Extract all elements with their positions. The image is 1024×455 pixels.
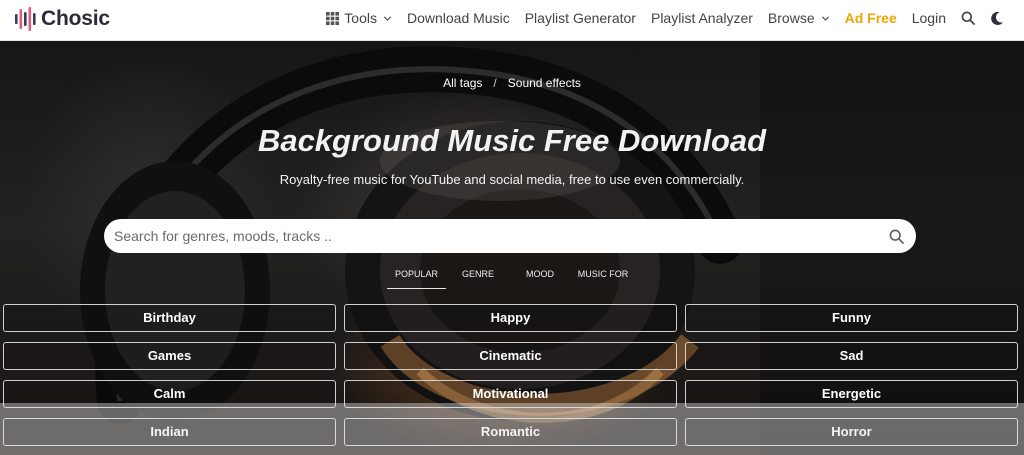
category-button[interactable]: Birthday (3, 304, 336, 332)
nav-ad-free[interactable]: Ad Free (845, 10, 897, 26)
site-header: Chosic Tools Download Music Playlist Gen… (0, 0, 1024, 41)
nav-browse[interactable]: Browse (768, 10, 830, 26)
nav-tools[interactable]: Tools (326, 10, 392, 26)
breadcrumb: All tags / Sound effects (0, 76, 1024, 90)
category-button[interactable]: Happy (344, 304, 677, 332)
nav-playlist-generator[interactable]: Playlist Generator (525, 10, 636, 26)
category-grid: Birthday Happy Funny Games Cinematic Sad… (3, 304, 1018, 446)
search-input[interactable] (104, 219, 876, 253)
nav-download-music[interactable]: Download Music (407, 10, 510, 26)
breadcrumb-current: Sound effects (507, 76, 581, 90)
breadcrumb-separator: / (493, 76, 497, 90)
category-button[interactable]: Games (3, 342, 336, 370)
tab-popular[interactable]: POPULAR (387, 263, 446, 289)
search-icon (889, 229, 904, 244)
search-submit-button[interactable] (876, 219, 916, 253)
nav-login[interactable]: Login (912, 10, 946, 26)
category-button[interactable]: Calm (3, 380, 336, 408)
category-button[interactable]: Indian (3, 418, 336, 446)
page-subtitle: Royalty-free music for YouTube and socia… (279, 172, 745, 187)
chevron-down-icon (821, 15, 829, 21)
category-button[interactable]: Funny (685, 304, 1018, 332)
nav-tools-label: Tools (344, 10, 377, 26)
logo-icon (15, 7, 36, 31)
category-button[interactable]: Horror (685, 418, 1018, 446)
grid-icon (326, 11, 340, 25)
logo[interactable]: Chosic (14, 6, 110, 32)
chevron-down-icon (383, 15, 392, 21)
logo-text: Chosic (41, 7, 110, 30)
header-search-button[interactable] (961, 11, 975, 25)
nav-browse-label: Browse (767, 10, 815, 26)
category-button[interactable]: Motivational (344, 380, 677, 408)
category-button[interactable]: Energetic (685, 380, 1018, 408)
category-button[interactable]: Sad (685, 342, 1018, 370)
search-icon (961, 11, 975, 25)
category-tabs: POPULAR GENRE MOOD MUSIC FOR (387, 263, 636, 289)
hero-section: All tags / Sound effects Background Music … (0, 41, 1024, 455)
tab-mood[interactable]: MOOD (510, 263, 570, 289)
nav-playlist-analyzer[interactable]: Playlist Analyzer (651, 10, 753, 26)
page-title: Background Music Free Download (257, 123, 767, 158)
moon-icon (991, 11, 1003, 25)
search-bar (104, 219, 916, 253)
breadcrumb-all-tags[interactable]: All tags (443, 76, 482, 90)
category-button[interactable]: Cinematic (344, 342, 677, 370)
tab-music-for[interactable]: MUSIC FOR (570, 263, 636, 289)
tab-genre[interactable]: GENRE (446, 263, 510, 289)
main-nav: Tools Download Music Playlist Generator … (326, 0, 1004, 36)
dark-mode-toggle[interactable] (990, 11, 1004, 26)
category-button[interactable]: Romantic (344, 418, 677, 446)
